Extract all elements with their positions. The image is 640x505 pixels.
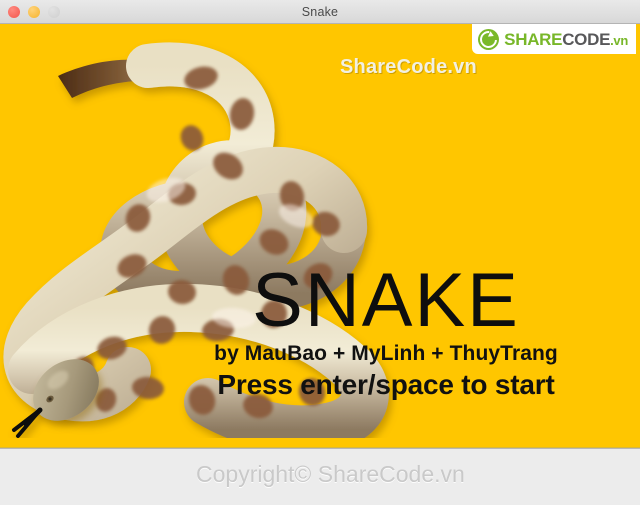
window-title: Snake [301,4,339,19]
window-traffic-lights [8,5,60,18]
sharecode-logo-icon [478,28,500,50]
title-block: SNAKE by MauBao + MyLinh + ThuyTrang Pre… [146,258,626,401]
logo-vn-text: .vn [610,32,628,48]
logo-share-text: SHARE [504,29,563,49]
game-title: SNAKE [252,258,520,343]
minimize-icon[interactable] [28,5,40,18]
game-stage: ShareCode.vn SHARECODE.vn SNAKE by MauBa… [0,24,640,448]
zoom-icon[interactable] [48,5,60,18]
copyright-watermark: Copyright© ShareCode.vn [196,461,465,487]
start-prompt: Press enter/space to start [217,369,555,401]
sharecode-logo: SHARECODE.vn [472,24,636,54]
window-titlebar: Snake [0,0,640,24]
logo-code-text: CODE [562,29,611,49]
control-bar: Copyright© ShareCode.vn START 1 3 5 7 9 … [0,447,640,505]
close-icon[interactable] [8,5,20,18]
snake-game-window: Snake ShareCode.vn SHARECODE.vn SNAKE by… [0,0,640,505]
sharecode-logo-text: SHARECODE.vn [504,31,628,48]
game-credits: by MauBao + MyLinh + ThuyTrang [214,342,558,366]
